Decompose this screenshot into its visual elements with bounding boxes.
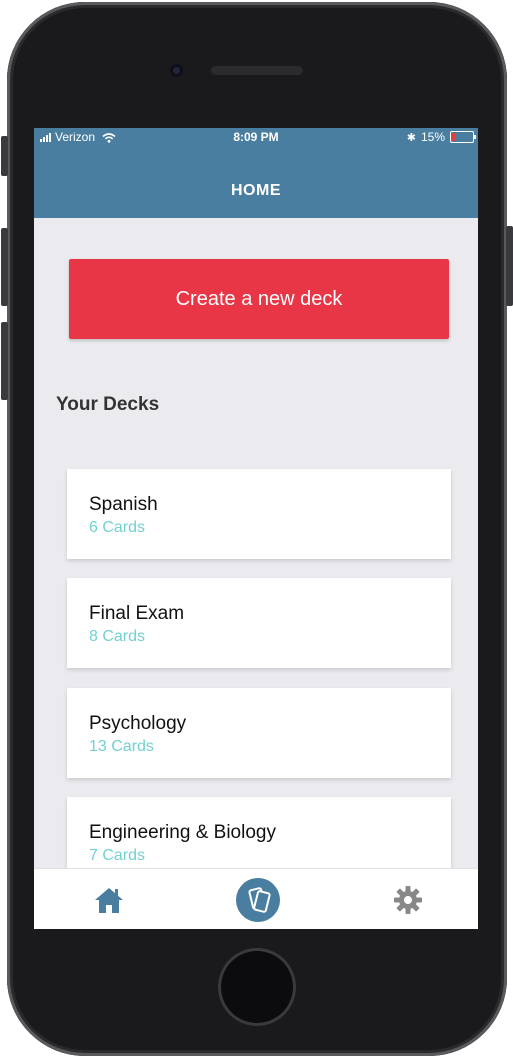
hardware-home-button[interactable] [218,948,296,1026]
battery-percent: 15% [420,130,445,144]
earpiece-speaker [211,66,303,75]
section-title: Your Decks [56,394,160,415]
create-deck-button[interactable]: Create a new deck [69,259,449,339]
mute-switch [1,136,8,176]
tab-bar [34,868,478,929]
home-icon [95,887,123,913]
page-title: HOME [231,182,281,199]
deck-card-count: 8 Cards [89,628,146,645]
deck-name: Psychology [89,713,187,734]
deck-card-psychology[interactable]: Psychology 13 Cards [67,688,451,778]
tab-decks[interactable] [218,869,298,929]
front-camera [170,64,183,77]
cards-icon [236,877,280,922]
deck-card-count: 6 Cards [89,519,146,536]
gear-icon [394,885,422,914]
nav-header: Verizon 8:09 PM ✱ 15% HOME [34,128,478,218]
deck-card-count: 13 Cards [89,738,154,755]
volume-up-button [1,228,8,306]
tab-settings[interactable] [368,869,448,929]
status-bar: Verizon 8:09 PM ✱ 15% [34,128,478,146]
deck-name: Spanish [89,494,158,515]
deck-name: Engineering & Biology [89,822,276,843]
bluetooth-icon: ✱ [406,131,416,144]
status-right: ✱ 15% [406,130,476,144]
deck-card-count: 7 Cards [89,847,146,864]
volume-down-button [1,322,8,400]
deck-card-final-exam[interactable]: Final Exam 8 Cards [67,578,451,668]
app-screen: Verizon 8:09 PM ✱ 15% HOME Create a new … [34,128,478,929]
deck-card-spanish[interactable]: Spanish 6 Cards [67,469,451,559]
deck-name: Final Exam [89,603,185,624]
power-button [506,226,513,306]
battery-icon [450,131,476,143]
tab-home[interactable] [69,869,149,929]
